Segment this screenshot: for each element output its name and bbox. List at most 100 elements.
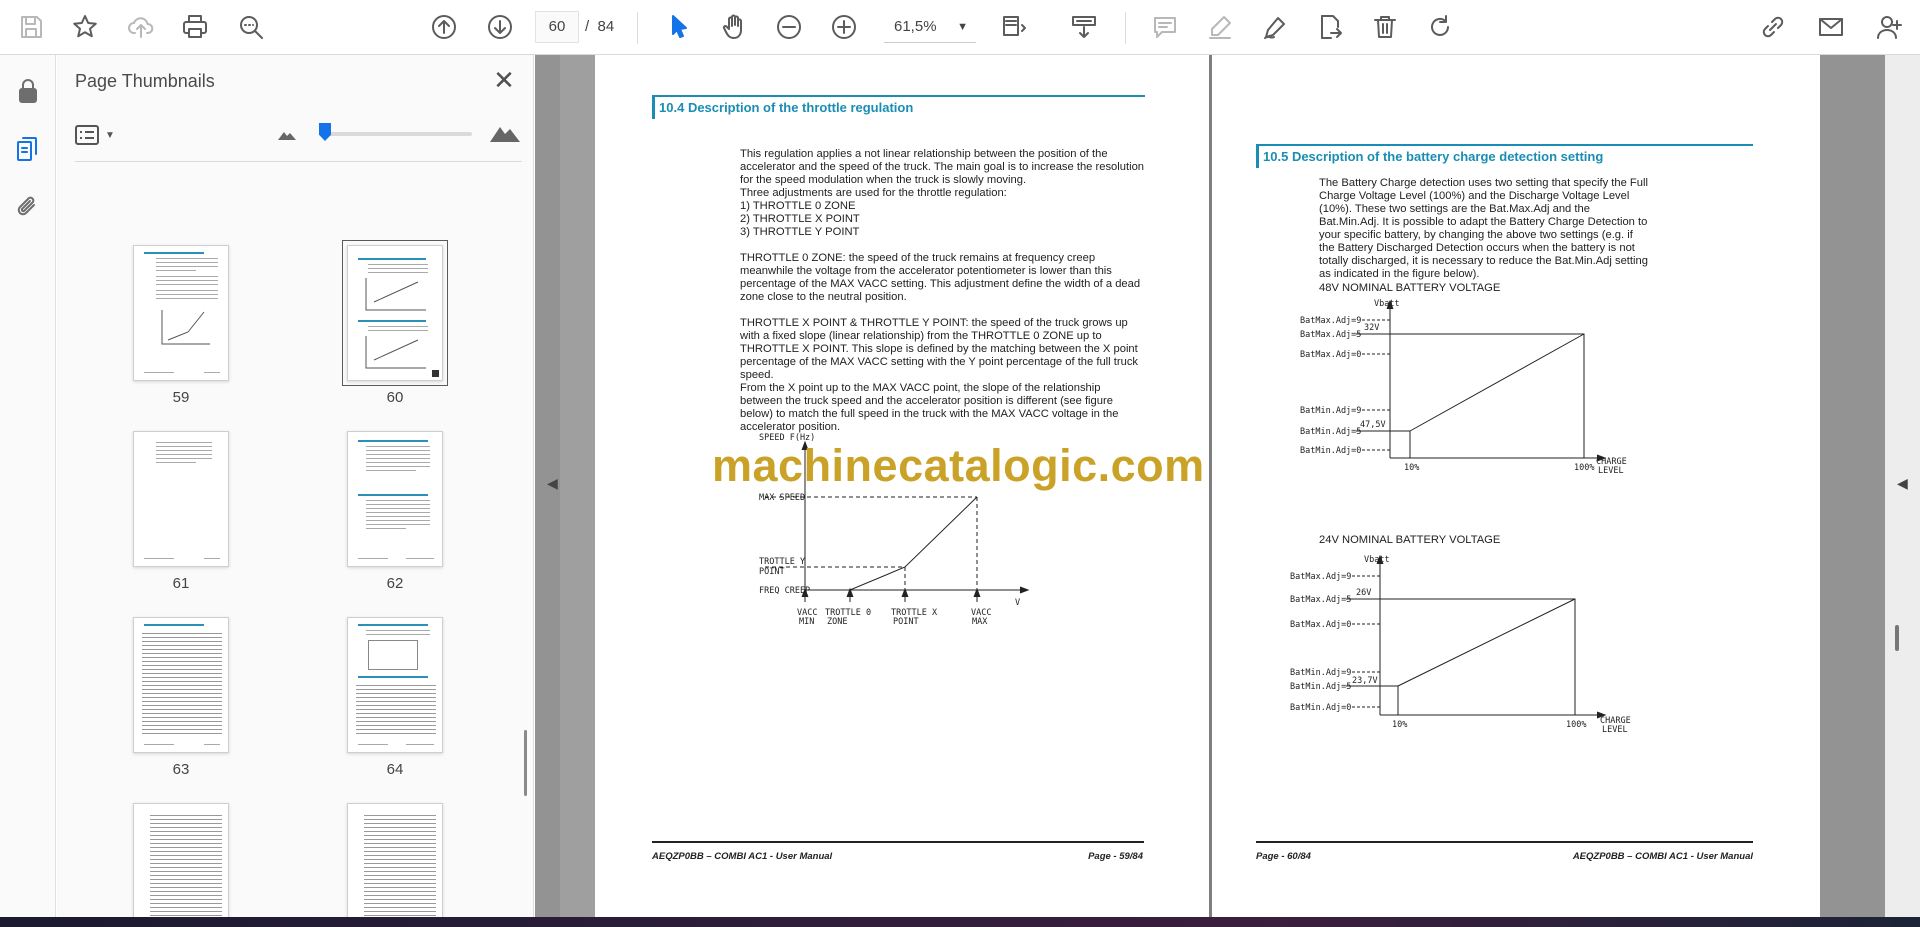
figure-x-point-label-2: POINT [893, 617, 919, 627]
page-thumbnail[interactable] [133, 431, 229, 567]
chart24-low-voltage: 23,7V [1352, 676, 1378, 686]
page-gutter [560, 55, 595, 917]
page-total: / 84 [585, 18, 615, 35]
lock-security-icon[interactable] [10, 73, 46, 109]
toolbar-divider [637, 12, 638, 44]
zoom-out-icon[interactable] [770, 7, 808, 47]
navigation-pane-bar [0, 55, 56, 927]
cloud-upload-icon[interactable] [122, 7, 160, 47]
body-text: This regulation applies a not linear rel… [740, 148, 1145, 433]
chart24-min5-label: BatMin.Adj=5 [1290, 682, 1351, 692]
share-link-icon[interactable] [1754, 7, 1792, 47]
footer-title: AEQZP0BB – COMBI AC1 - User Manual [1572, 851, 1753, 862]
scrollbar-thumb[interactable] [524, 730, 527, 796]
chart48-min5-label: BatMin.Adj=5 [1300, 427, 1361, 437]
figure-vacc-min-label-2: MIN [799, 617, 814, 627]
thumbnail-page-number: 64 [386, 761, 404, 778]
chart48-max9-label: BatMax.Adj=9 [1300, 316, 1361, 326]
hand-tool-icon[interactable] [715, 7, 753, 47]
zoom-level-select[interactable]: 61,5% ▼ [884, 11, 976, 43]
chart24-min0-label: BatMin.Adj=0 [1290, 703, 1351, 713]
document-page-60: 10.5 Description of the battery charge d… [1212, 55, 1820, 917]
rotate-icon[interactable] [1421, 7, 1459, 47]
os-taskbar-strip [0, 917, 1920, 927]
collapse-panel-arrow-icon[interactable]: ◀ [547, 475, 558, 492]
toolbar-divider [1125, 12, 1126, 44]
chart48-x10: 10% [1404, 463, 1419, 473]
scrollbar-thumb[interactable] [1895, 625, 1899, 651]
chart24-x-label-2: LEVEL [1602, 725, 1628, 735]
zoom-in-icon[interactable] [825, 7, 863, 47]
chart48-max5-label: BatMax.Adj=5 [1300, 330, 1361, 340]
page-thumbnails-panel: Page Thumbnails ✕ ▼ 59 60 61 62 63 64 [57, 55, 534, 917]
chevron-down-icon: ▼ [105, 129, 115, 141]
draw-sign-icon[interactable] [1256, 7, 1294, 47]
figure-freq-creep-label: FREQ CREEP [759, 586, 810, 596]
chart24-min9-label: BatMin.Adj=9 [1290, 668, 1351, 678]
email-icon[interactable] [1812, 7, 1850, 47]
section-heading: 10.4 Description of the throttle regulat… [652, 95, 1145, 119]
next-page-icon[interactable] [481, 7, 519, 47]
page-thumbnail-selected[interactable] [342, 240, 448, 386]
attachment-paperclip-icon[interactable] [10, 189, 46, 225]
thumbnail-page-number: 63 [172, 761, 190, 778]
comment-icon[interactable] [1146, 7, 1184, 47]
page-thumbnail[interactable] [133, 617, 229, 753]
figure-zone-label-2: ZONE [827, 617, 847, 627]
chevron-down-icon: ▼ [957, 21, 968, 33]
close-icon[interactable]: ✕ [489, 65, 519, 95]
thumbnail-options-button[interactable]: ▼ [75, 121, 123, 149]
panel-title: Page Thumbnails [75, 71, 215, 91]
page-thumbnails-icon[interactable] [10, 131, 46, 167]
chart-48v-title: 48V NOMINAL BATTERY VOLTAGE [1319, 282, 1501, 294]
battery-48v-chart: Vbatt BatMax.Adj=9 BatMax.Adj=5 BatMax.A… [1300, 299, 1627, 476]
thumbnail-page-number: 60 [386, 389, 404, 406]
page-thumbnail[interactable] [347, 803, 443, 917]
large-thumbnail-mountain-icon[interactable] [489, 121, 521, 143]
chart24-high-voltage: 26V [1356, 588, 1371, 598]
chart24-x10: 10% [1392, 720, 1407, 730]
account-user-icon[interactable] [1870, 7, 1908, 47]
document-scrollbar[interactable]: ◀ [1885, 55, 1920, 917]
footer-page-number: Page - 59/84 [1088, 851, 1143, 862]
previous-page-icon[interactable] [425, 7, 463, 47]
page-thumbnail[interactable] [133, 245, 229, 381]
chart48-min0-label: BatMin.Adj=0 [1300, 446, 1361, 456]
page-thumbnail[interactable] [347, 431, 443, 567]
chart48-x100: 100% [1574, 463, 1594, 473]
chart24-max9-label: BatMax.Adj=9 [1290, 572, 1351, 582]
page-number-input[interactable]: 60 [535, 11, 579, 43]
main-toolbar: 60 / 84 61,5% ▼ [0, 0, 1920, 55]
highlight-pen-icon[interactable] [1201, 7, 1239, 47]
figure-max-speed-label: MAX SPEED [759, 493, 805, 503]
chart48-max0-label: BatMax.Adj=0 [1300, 350, 1361, 360]
footer-rule [1256, 841, 1753, 843]
figure-x-axis-label: V [1015, 598, 1020, 608]
export-edit-icon[interactable] [1311, 7, 1349, 47]
thumbnail-list: 59 60 61 62 63 64 [57, 165, 527, 917]
chart-24v-title: 24V NOMINAL BATTERY VOLTAGE [1319, 534, 1501, 546]
scroll-mode-icon[interactable] [1065, 7, 1103, 47]
thumbnail-page-number: 61 [172, 575, 190, 592]
zoom-search-icon[interactable] [232, 7, 270, 47]
chart48-high-voltage: 32V [1364, 323, 1379, 333]
thumbnail-page-number: 62 [386, 575, 404, 592]
save-icon[interactable] [12, 7, 50, 47]
figure-vacc-max-label-2: MAX [972, 617, 988, 627]
thumbnail-size-slider-handle[interactable] [319, 123, 331, 141]
chart24-y-label: Vbatt [1364, 555, 1390, 565]
expand-right-panel-arrow-icon[interactable]: ◀ [1897, 475, 1908, 492]
list-options-icon [75, 125, 99, 145]
print-icon[interactable] [176, 7, 214, 47]
page-thumbnail[interactable] [133, 803, 229, 917]
page-thumbnail[interactable] [347, 617, 443, 753]
small-thumbnail-mountain-icon[interactable] [277, 127, 297, 141]
thumbnail-page-number: 59 [172, 389, 190, 406]
page-fit-icon[interactable] [995, 7, 1033, 47]
delete-trash-icon[interactable] [1366, 7, 1404, 47]
select-cursor-icon[interactable] [660, 7, 698, 47]
thumbnail-size-slider[interactable] [325, 132, 472, 136]
thumbnail-scrollbar[interactable] [520, 175, 530, 915]
chart24-x100: 100% [1566, 720, 1586, 730]
bookmark-star-icon[interactable] [66, 7, 104, 47]
